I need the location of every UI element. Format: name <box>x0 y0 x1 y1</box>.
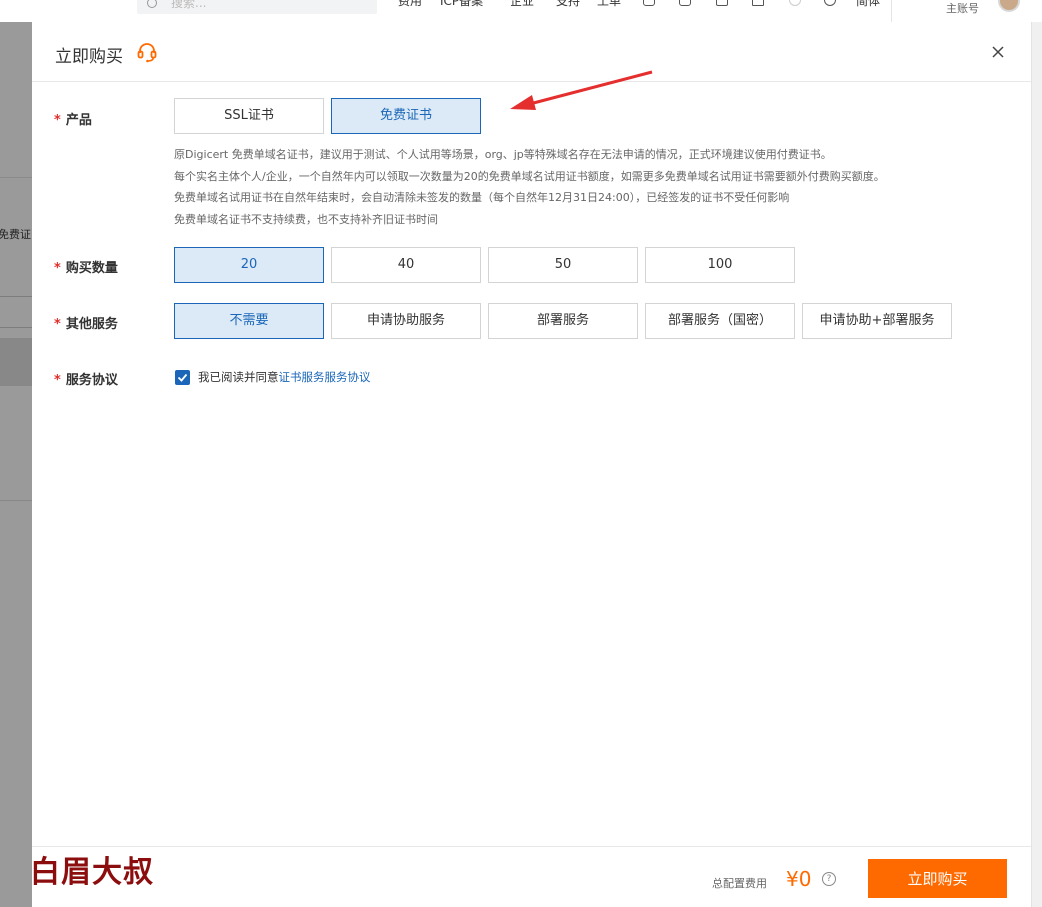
agreement-text: 我已阅读并同意 <box>198 370 279 384</box>
nav-item-icp[interactable]: ICP备案 <box>440 0 483 9</box>
service-option-deploy-sm[interactable]: 部署服务（国密） <box>645 303 795 339</box>
service-option-assist-deploy[interactable]: 申请协助+部署服务 <box>802 303 952 339</box>
product-label-text: 产品 <box>65 113 92 128</box>
product-description: 原Digicert 免费单域名证书，建议用于测试、个人试用等场景，org、jp等… <box>174 144 885 230</box>
service-option-none[interactable]: 不需要 <box>174 303 324 339</box>
agreement-checkbox[interactable] <box>175 369 190 385</box>
description-line: 免费单域名试用证书在自然年结束时，会自动清除未签发的数量（每个自然年12月31日… <box>174 191 790 204</box>
background-overlay-right <box>1031 22 1042 907</box>
agreement-link[interactable]: 证书服务服务协议 <box>279 369 371 385</box>
nav-item-language[interactable]: 简体 <box>856 0 880 9</box>
drawer-title: 立即购买 <box>55 47 123 67</box>
account-label[interactable]: 主账号 <box>946 0 979 16</box>
background-cut-text: 免费证 <box>0 228 31 241</box>
search-placeholder: 搜索... <box>171 0 207 10</box>
watermark: 白眉大叔 <box>30 855 154 890</box>
background-topbar: 搜索... 费用 ICP备案 企业 支持 工单 简体 主账号 <box>0 0 1042 22</box>
nav-item-ticket[interactable]: 工单 <box>597 0 621 9</box>
background-table-row <box>0 338 32 386</box>
topbar-divider <box>891 0 892 22</box>
cart-icon[interactable] <box>752 0 764 6</box>
quantity-option-50[interactable]: 50 <box>488 247 638 283</box>
required-mark: * <box>54 261 61 276</box>
service-option-assist[interactable]: 申请协助服务 <box>331 303 481 339</box>
services-label: * 其他服务 <box>54 313 118 332</box>
drawer-footer: 总配置费用 ¥0 ? 立即购买 <box>32 846 1031 907</box>
total-fee-value: ¥0 <box>786 867 812 891</box>
background-divider <box>0 177 32 178</box>
services-label-text: 其他服务 <box>65 317 118 332</box>
lightbulb-icon[interactable] <box>789 0 801 6</box>
agreement-row: 我已阅读并同意 证书服务服务协议 <box>175 369 371 385</box>
quantity-option-100[interactable]: 100 <box>645 247 795 283</box>
description-line: 每个实名主体个人/企业，一个自然年内可以领取一次数量为20的免费单域名试用证书额… <box>174 169 885 183</box>
background-search-input[interactable]: 搜索... <box>137 0 377 14</box>
customer-service-icon[interactable] <box>136 41 158 63</box>
required-mark: * <box>54 113 61 128</box>
required-mark: * <box>54 317 61 332</box>
total-fee-label: 总配置费用 <box>712 877 767 890</box>
buy-now-button[interactable]: 立即购买 <box>868 859 1007 898</box>
description-line: 原Digicert 免费单域名证书，建议用于测试、个人试用等场景，org、jp等… <box>174 148 832 161</box>
search-icon <box>147 0 157 8</box>
agreement-label-text: 服务协议 <box>65 373 118 388</box>
description-line: 免费单域名证书不支持续费，也不支持补齐旧证书时间 <box>174 212 438 226</box>
avatar[interactable] <box>998 0 1020 12</box>
red-arrow-annotation <box>510 70 653 110</box>
quantity-label-text: 购买数量 <box>65 261 118 276</box>
terminal-icon[interactable] <box>643 0 655 6</box>
background-table-header <box>0 296 32 328</box>
product-label: * 产品 <box>54 109 92 128</box>
product-option-ssl[interactable]: SSL证书 <box>174 98 324 134</box>
nav-item-support[interactable]: 支持 <box>556 0 580 9</box>
quantity-label: * 购买数量 <box>54 257 118 276</box>
quantity-option-40[interactable]: 40 <box>331 247 481 283</box>
bell-icon[interactable] <box>716 0 728 6</box>
help-icon[interactable]: ? <box>822 872 836 886</box>
nav-item-billing[interactable]: 费用 <box>398 0 422 9</box>
close-icon[interactable] <box>989 43 1007 61</box>
purchase-drawer: 立即购买 * 产品 SSL证书 免费证书 原Digicert 免费单域名证书，建议… <box>32 22 1031 907</box>
agreement-label: * 服务协议 <box>54 369 118 388</box>
service-option-deploy[interactable]: 部署服务 <box>488 303 638 339</box>
check-icon <box>177 373 188 382</box>
help-icon[interactable] <box>824 0 836 6</box>
product-option-free[interactable]: 免费证书 <box>331 98 481 134</box>
background-overlay-left: 免费证 <box>0 22 32 907</box>
quantity-option-20[interactable]: 20 <box>174 247 324 283</box>
background-divider <box>0 500 32 501</box>
required-mark: * <box>54 373 61 388</box>
nav-item-enterprise[interactable]: 企业 <box>510 0 534 9</box>
mail-icon[interactable] <box>679 0 691 6</box>
